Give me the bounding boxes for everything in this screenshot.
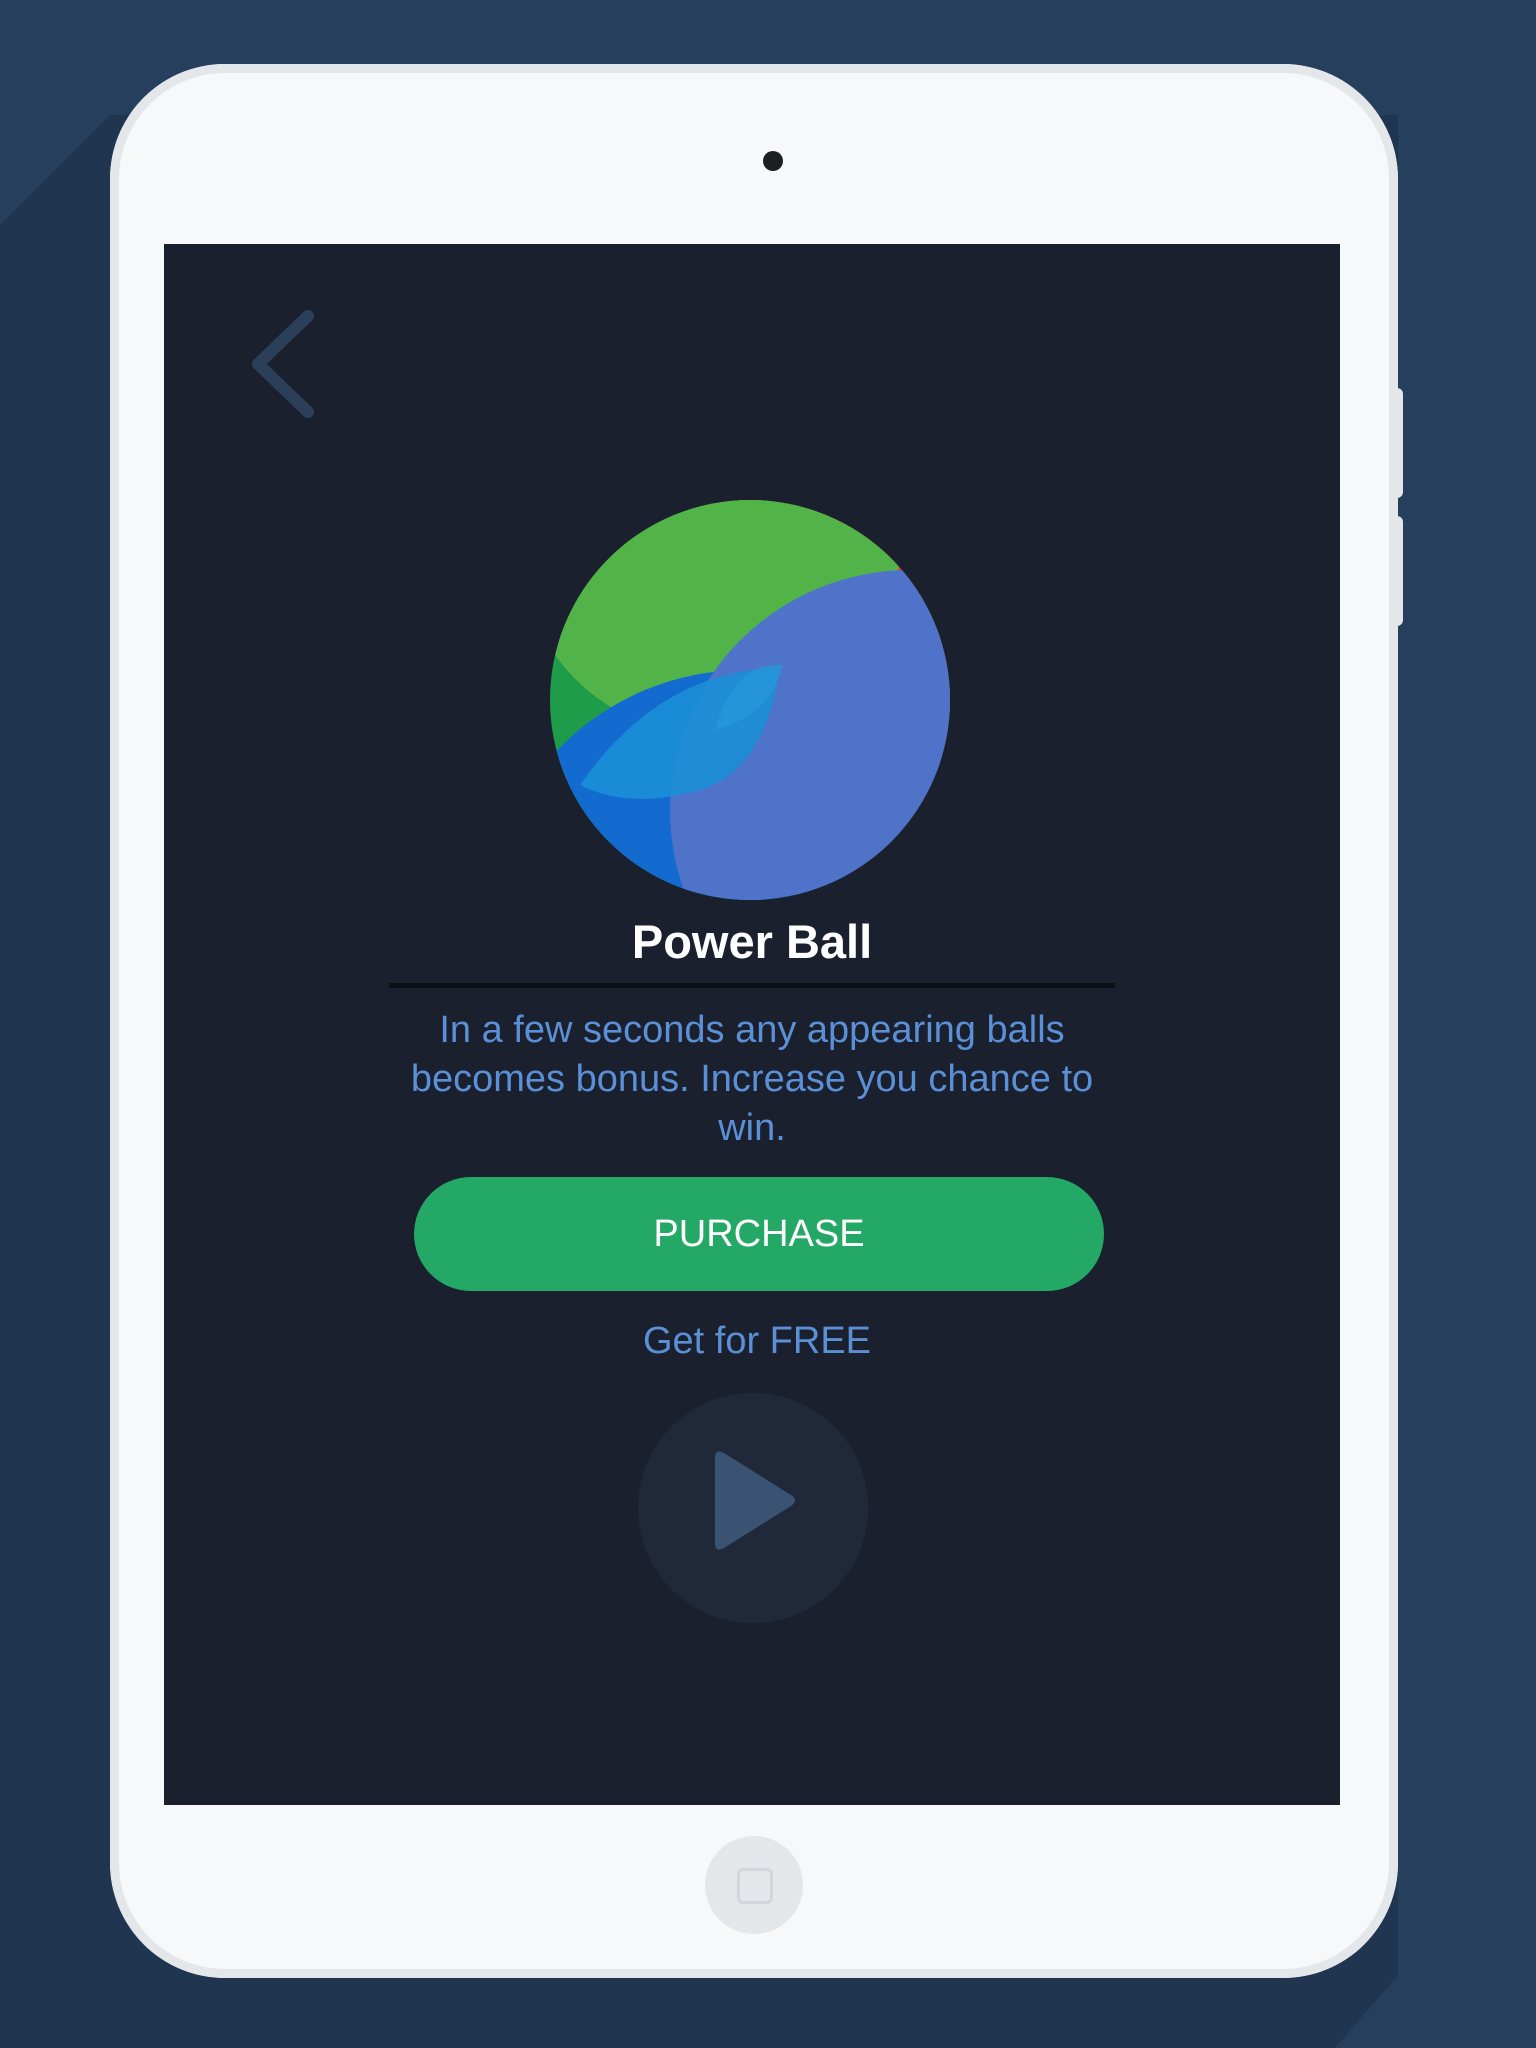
app-screen: Power Ball In a few seconds any appearin…: [164, 244, 1340, 1805]
home-button-icon: [737, 1868, 773, 1904]
play-video-button[interactable]: [638, 1393, 868, 1623]
item-title: Power Ball: [631, 915, 873, 968]
chevron-left-icon: [252, 310, 314, 418]
get-free-link[interactable]: Get for FREE: [552, 1316, 962, 1366]
purchase-button[interactable]: PURCHASE: [414, 1177, 1104, 1291]
item-description: In a few seconds any appearing balls bec…: [410, 1009, 1094, 1149]
power-ball-icon: [550, 500, 950, 900]
title-divider: [389, 983, 1115, 988]
front-camera: [763, 151, 783, 171]
back-button[interactable]: [244, 304, 324, 424]
play-icon: [715, 1451, 795, 1550]
home-hardware-button[interactable]: [705, 1836, 803, 1934]
